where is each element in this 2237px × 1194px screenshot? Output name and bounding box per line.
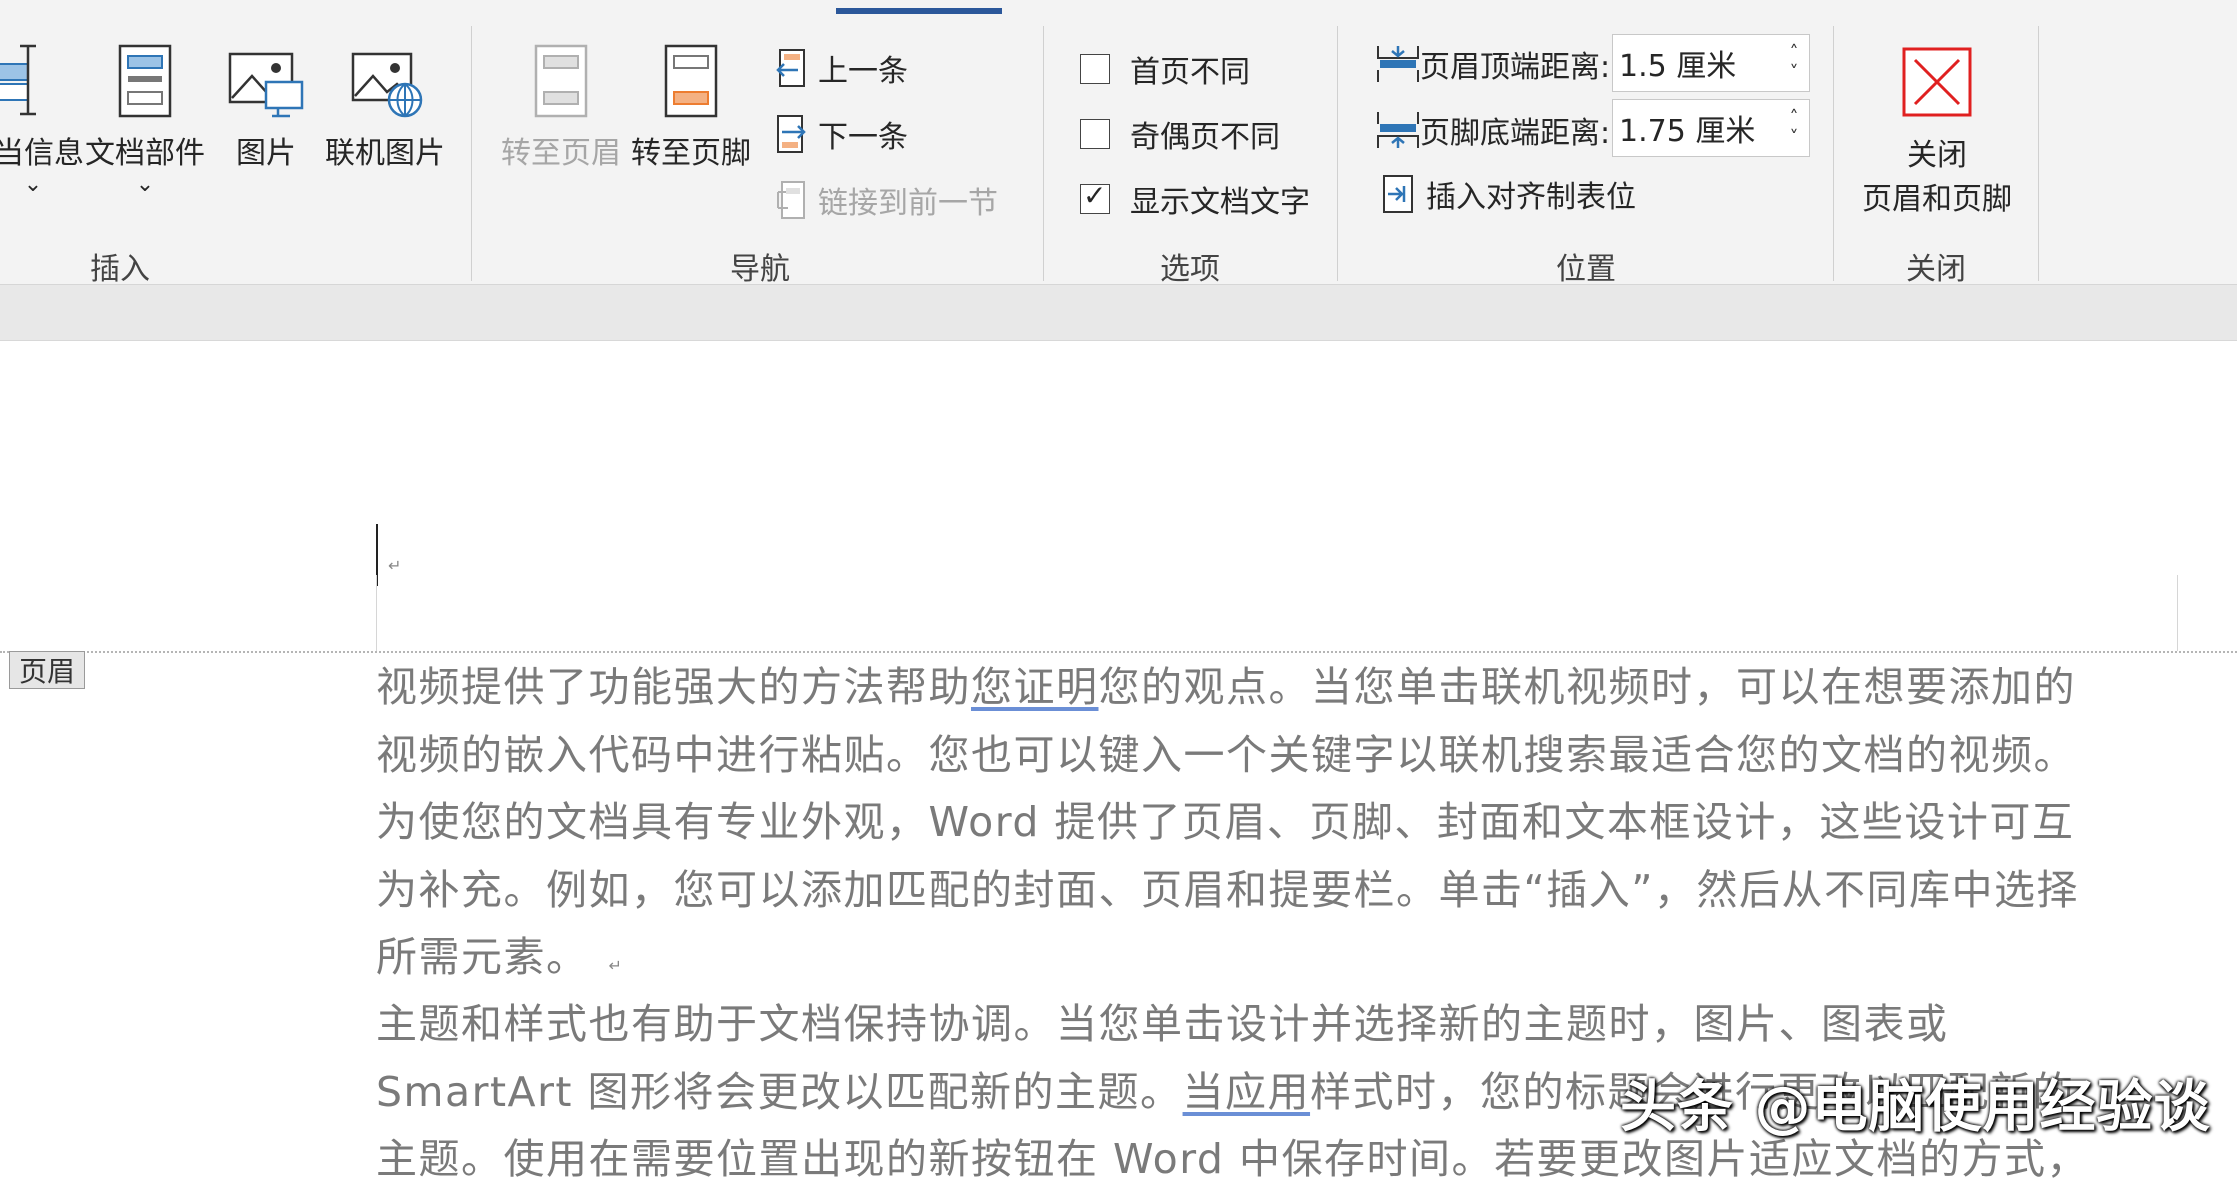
- header-position-icon: [1377, 46, 1419, 82]
- checkbox-box[interactable]: [1080, 119, 1110, 149]
- link-previous-icon: [777, 181, 805, 219]
- footer-bottom-distance-row: 页脚底端距离:: [1376, 108, 1610, 152]
- footer-bottom-distance-label: 页脚底端距离:: [1420, 116, 1611, 151]
- close-icon: [1902, 47, 1972, 117]
- header-top-distance-spinner[interactable]: 1.5 厘米 ˄ ˅: [1612, 34, 1810, 92]
- chevron-down-icon[interactable]: ˅: [1790, 128, 1799, 148]
- goto-footer-label: 转至页脚: [631, 136, 751, 171]
- online-picture-label: 联机图片: [325, 136, 445, 171]
- checkmark-icon: ✓: [1083, 179, 1107, 212]
- odd-even-different-label: 奇偶页不同: [1130, 120, 1280, 155]
- show-document-text-checkbox[interactable]: ✓ 显示文档文字: [1080, 177, 1310, 221]
- text-line: 所需元素。 ↵: [376, 924, 2176, 1000]
- close-label-line2: 页眉和页脚: [1862, 182, 2012, 217]
- group-separator: [1833, 26, 1834, 281]
- chevron-down-icon: ⌄: [23, 172, 43, 197]
- footer-bottom-distance-spinner[interactable]: 1.75 厘米 ˄ ˅: [1612, 99, 1810, 157]
- goto-header-button[interactable]: 转至页眉: [498, 42, 624, 172]
- chevron-down-icon: ⌄: [135, 172, 155, 197]
- document-info-label: 当信息: [0, 136, 84, 171]
- goto-header-label: 转至页眉: [501, 136, 621, 171]
- close-label-line1: 关闭: [1907, 138, 1967, 173]
- position-group-label: 位置: [1556, 252, 1616, 287]
- document-info-icon: [0, 44, 36, 116]
- header-tag: 页眉: [9, 651, 85, 689]
- header-separator-line: [0, 651, 2237, 653]
- text-line: 视频的嵌入代码中进行粘贴。您也可以键入一个关键字以联机搜索最适合您的文档的视频。: [376, 730, 2076, 779]
- underlined-text: 当应用: [1182, 1067, 1311, 1116]
- quick-parts-icon: [118, 44, 172, 118]
- options-group-label: 选项: [1160, 252, 1220, 287]
- insert-alignment-tab-button[interactable]: 插入对齐制表位: [1380, 172, 1636, 216]
- next-icon: [777, 115, 806, 153]
- chevron-down-icon[interactable]: ˅: [1790, 63, 1799, 83]
- underlined-text: 您证明: [971, 663, 1099, 711]
- watermark: 头条 @电脑使用经验谈: [1620, 1075, 2211, 1140]
- goto-footer-icon: [664, 44, 718, 118]
- first-page-different-label: 首页不同: [1130, 55, 1250, 90]
- header-top-distance-label: 页眉顶端距离:: [1420, 50, 1611, 85]
- link-to-previous-button[interactable]: 链接到前一节: [774, 178, 998, 222]
- text-run: SmartArt 图形将会更改以匹配新的主题。: [376, 1067, 1183, 1116]
- link-previous-label: 链接到前一节: [818, 186, 998, 221]
- group-separator: [1043, 26, 1044, 281]
- odd-even-different-checkbox[interactable]: 奇偶页不同: [1080, 112, 1280, 156]
- insert-alignment-tab-label: 插入对齐制表位: [1426, 180, 1636, 215]
- header-top-distance-row: 页眉顶端距离:: [1376, 42, 1610, 86]
- picture-icon: [228, 52, 304, 118]
- ruler-area: [0, 285, 2237, 341]
- previous-icon: [776, 49, 805, 87]
- header-right-boundary: [2177, 575, 2178, 651]
- previous-label: 上一条: [818, 54, 908, 89]
- text-line: 为补充。例如，您可以添加匹配的封面、页眉和提要栏。单击“插入”，然后从不同库中选…: [376, 865, 2079, 914]
- footer-bottom-distance-value[interactable]: 1.75 厘米: [1613, 106, 1779, 150]
- chevron-up-icon[interactable]: ˄: [1790, 108, 1799, 128]
- checkbox-box[interactable]: ✓: [1080, 179, 1110, 214]
- chevron-up-icon[interactable]: ˄: [1790, 43, 1799, 63]
- close-group-label: 关闭: [1906, 252, 1966, 287]
- active-tab-indicator[interactable]: [836, 8, 1002, 14]
- ribbon-tab-strip: [0, 0, 2237, 20]
- previous-section-button[interactable]: 上一条: [774, 46, 908, 90]
- alignment-tab-icon: [1383, 175, 1413, 213]
- first-page-different-checkbox[interactable]: 首页不同: [1080, 47, 1250, 91]
- text-line: 主题和样式也有助于文档保持协调。当您单击设计并选择新的主题时，图片、图表或: [376, 1000, 1949, 1048]
- close-header-footer-button[interactable]: 关闭 页眉和页脚: [1852, 46, 2022, 218]
- goto-footer-button[interactable]: 转至页脚: [628, 42, 754, 172]
- text-run: 所需元素。: [376, 933, 589, 981]
- paragraph-mark: ↵: [388, 556, 402, 575]
- text-line: 为使您的文档具有专业外观，Word 提供了页眉、页脚、封面和文本框设计，这些设计…: [376, 798, 2075, 846]
- goto-header-icon: [534, 44, 588, 118]
- ribbon: 当信息 ⌄ 文档部件 ⌄ 图片 联机图片 插入 转至页眉 转至页脚 上一条 下一…: [0, 0, 2237, 287]
- nav-group-label: 导航: [730, 252, 790, 287]
- online-picture-icon: [351, 52, 423, 118]
- picture-button[interactable]: 图片: [226, 42, 306, 172]
- quick-parts-label: 文档部件: [85, 136, 205, 171]
- quick-parts-button[interactable]: 文档部件 ⌄: [84, 42, 206, 196]
- online-picture-button[interactable]: 联机图片: [320, 42, 450, 172]
- text-run: 您的观点。当您单击联机视频时，可以在想要添加的: [1098, 663, 2076, 711]
- footer-position-icon: [1377, 112, 1419, 148]
- group-separator: [2038, 26, 2039, 281]
- header-left-boundary: [376, 575, 377, 651]
- text-run: 视频提供了功能强大的方法帮助: [376, 663, 971, 711]
- show-document-text-label: 显示文档文字: [1130, 185, 1310, 220]
- insert-group-label: 插入: [90, 252, 150, 287]
- picture-label: 图片: [236, 136, 296, 171]
- paragraph-mark: ↵: [608, 956, 624, 975]
- group-separator: [471, 26, 472, 281]
- body-paragraph-1[interactable]: 视频提供了功能强大的方法帮助您证明您的观点。当您单击联机视频时，可以在想要添加的…: [376, 654, 2176, 1000]
- header-top-distance-value[interactable]: 1.5 厘米: [1613, 41, 1779, 85]
- next-label: 下一条: [818, 120, 908, 155]
- text-line: 视频提供了功能强大的方法帮助您证明您的观点。当您单击联机视频时，可以在想要添加的: [376, 654, 2176, 722]
- spinner-arrows[interactable]: ˄ ˅: [1779, 35, 1809, 91]
- next-section-button[interactable]: 下一条: [774, 112, 908, 156]
- checkbox-box[interactable]: [1080, 54, 1110, 84]
- group-separator: [1337, 26, 1338, 281]
- spinner-arrows[interactable]: ˄ ˅: [1779, 100, 1809, 156]
- document-info-button[interactable]: 当信息 ⌄: [0, 42, 84, 197]
